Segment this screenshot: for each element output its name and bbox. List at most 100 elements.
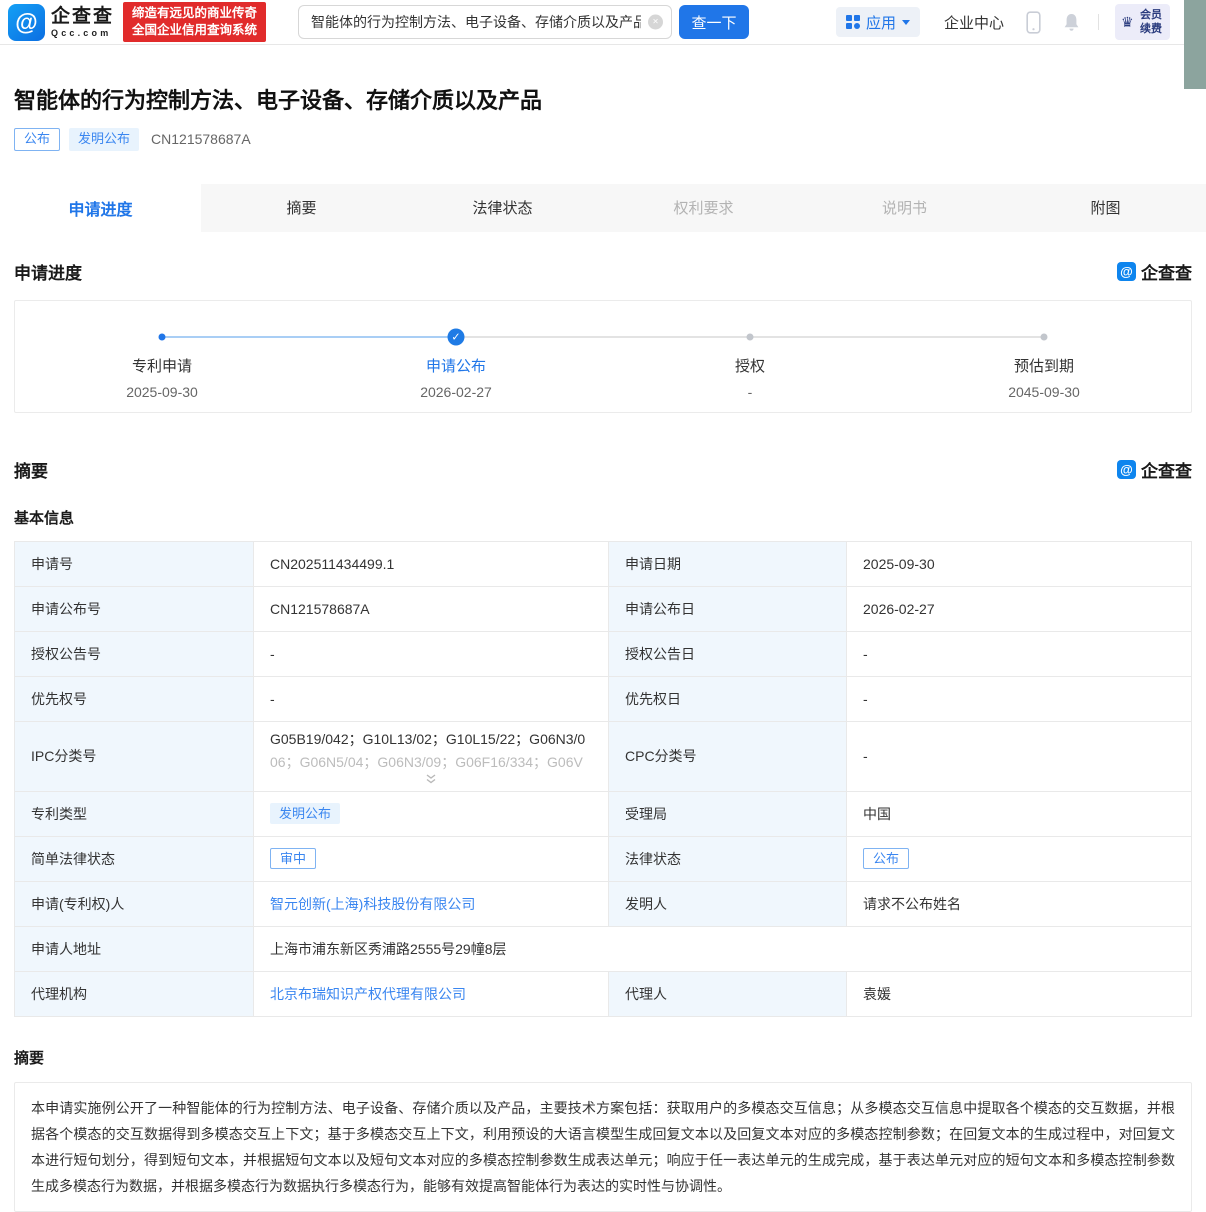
- status-badge: 公布: [14, 128, 60, 151]
- apps-grid-icon: [846, 15, 860, 29]
- ipc-value-cell: G05B19/042；G10L13/02；G10L15/22；G06N3/0 0…: [254, 721, 609, 791]
- row-value: 2026-02-27: [847, 586, 1192, 631]
- row-label: CPC分类号: [609, 721, 847, 791]
- qcc-watermark: @ 企查查: [1117, 259, 1192, 284]
- summary-section-title: 摘要: [14, 457, 48, 482]
- row-value: CN121578687A: [254, 586, 609, 631]
- step-date: -: [748, 384, 753, 400]
- search-button[interactable]: 查一下: [679, 5, 749, 39]
- tab-description: 说明书: [804, 184, 1005, 232]
- table-row: 专利类型 发明公布 受理局 中国: [15, 791, 1192, 836]
- row-label: 申请人地址: [15, 926, 254, 971]
- row-label: 代理机构: [15, 971, 254, 1016]
- basic-info-table: 申请号 CN202511434499.1 申请日期 2025-09-30 申请公…: [14, 541, 1192, 1017]
- row-value: 2025-09-30: [847, 541, 1192, 586]
- row-value: 中国: [847, 791, 1192, 836]
- scrollbar-thumb[interactable]: [1184, 0, 1206, 89]
- row-value: 袁媛: [847, 971, 1192, 1016]
- type-badge: 发明公布: [69, 128, 139, 151]
- top-navbar: @ 企查查 Qcc.com 缔造有远见的商业传奇 全国企业信用查询系统 × 查一…: [0, 0, 1206, 45]
- table-row: 申请公布号 CN121578687A 申请公布日 2026-02-27: [15, 586, 1192, 631]
- applicant-link[interactable]: 智元创新(上海)科技股份有限公司: [270, 896, 475, 912]
- nav-apps[interactable]: 应用: [836, 7, 920, 37]
- row-value: 公布: [847, 836, 1192, 881]
- search-area: × 查一下: [298, 5, 749, 39]
- step-date: 2026-02-27: [420, 384, 492, 400]
- qcc-logo-text: 企查查 Qcc.com: [51, 7, 114, 38]
- member-renew-button[interactable]: ♛ 会员 续费: [1115, 4, 1170, 41]
- abstract-title: 摘要: [14, 1047, 1192, 1068]
- summary-section: 摘要 @ 企查查 基本信息 申请号 CN202511434499.1 申请日期 …: [0, 457, 1206, 1212]
- search-input[interactable]: [298, 5, 672, 39]
- member-label-line2: 续费: [1140, 22, 1162, 36]
- tab-legal-status[interactable]: 法律状态: [402, 184, 603, 232]
- nav-enterprise-center[interactable]: 企业中心: [944, 12, 1004, 33]
- row-label: 代理人: [609, 971, 847, 1016]
- tab-bar: 申请进度 摘要 法律状态 权利要求 说明书 附图: [0, 184, 1206, 232]
- qcc-watermark-text: 企查查: [1141, 259, 1192, 284]
- row-value: 审中: [254, 836, 609, 881]
- page-title: 智能体的行为控制方法、电子设备、存储介质以及产品: [14, 83, 1192, 115]
- timeline-dot-done: [159, 333, 166, 340]
- row-label: IPC分类号: [15, 721, 254, 791]
- table-row: 简单法律状态 审中 法律状态 公布: [15, 836, 1192, 881]
- table-row: 申请(专利权)人 智元创新(上海)科技股份有限公司 发明人 请求不公布姓名: [15, 881, 1192, 926]
- ipc-line2: 06；G06N5/04；G06N3/09；G06F16/334；G06V: [270, 751, 592, 774]
- row-label: 申请(专利权)人: [15, 881, 254, 926]
- nav-divider: [1098, 14, 1099, 30]
- summary-section-head: 摘要 @ 企查查: [14, 457, 1192, 482]
- timeline-step-filing: 专利申请 2025-09-30: [15, 301, 309, 412]
- tab-figures[interactable]: 附图: [1005, 184, 1206, 232]
- ipc-line1: G05B19/042；G10L13/02；G10L15/22；G06N3/0: [270, 728, 592, 751]
- tab-claims: 权利要求: [603, 184, 804, 232]
- patent-type-badge: 发明公布: [270, 803, 340, 824]
- table-row-ipc: IPC分类号 G05B19/042；G10L13/02；G10L15/22；G0…: [15, 721, 1192, 791]
- qcc-watermark-icon: @: [1117, 460, 1136, 479]
- progress-section-title: 申请进度: [14, 259, 82, 284]
- row-value: 发明公布: [254, 791, 609, 836]
- timeline: 专利申请 2025-09-30 ✓ 申请公布 2026-02-27 授权 - 预…: [14, 300, 1192, 413]
- row-label: 简单法律状态: [15, 836, 254, 881]
- row-value: -: [847, 721, 1192, 791]
- member-label-line1: 会员: [1140, 8, 1162, 22]
- nav-apps-label: 应用: [866, 12, 896, 33]
- table-row: 授权公告号 - 授权公告日 -: [15, 631, 1192, 676]
- simple-legal-status-badge: 审中: [270, 848, 316, 869]
- tab-application-progress[interactable]: 申请进度: [0, 184, 201, 232]
- row-label: 受理局: [609, 791, 847, 836]
- brand-name: 企查查: [51, 7, 114, 26]
- row-label: 申请日期: [609, 541, 847, 586]
- table-row: 优先权号 - 优先权日 -: [15, 676, 1192, 721]
- brand-domain: Qcc.com: [51, 29, 114, 38]
- row-label: 授权公告日: [609, 631, 847, 676]
- qcc-watermark-icon: @: [1117, 262, 1136, 281]
- progress-section-head: 申请进度 @ 企查查: [14, 259, 1192, 284]
- qcc-logo[interactable]: @ 企查查 Qcc.com: [8, 4, 114, 41]
- table-row: 申请号 CN202511434499.1 申请日期 2025-09-30: [15, 541, 1192, 586]
- slogan-line1: 缔造有远见的商业传奇: [132, 5, 257, 22]
- chevron-down-icon: [902, 20, 910, 25]
- row-value: -: [847, 631, 1192, 676]
- notifications-bell-icon[interactable]: [1063, 13, 1080, 32]
- row-label: 发明人: [609, 881, 847, 926]
- qcc-logo-icon: @: [8, 4, 45, 41]
- slogan-line2: 全国企业信用查询系统: [132, 22, 257, 39]
- abstract-text: 本申请实施例公开了一种智能体的行为控制方法、电子设备、存储介质以及产品，主要技术…: [14, 1082, 1192, 1212]
- row-value: 智元创新(上海)科技股份有限公司: [254, 881, 609, 926]
- row-label: 优先权号: [15, 676, 254, 721]
- expand-chevron-icon[interactable]: [270, 774, 592, 784]
- search-box: ×: [298, 5, 672, 39]
- row-value: 上海市浦东新区秀浦路2555号29幢8层: [254, 926, 1192, 971]
- crown-icon: ♛: [1121, 13, 1134, 31]
- tab-abstract[interactable]: 摘要: [201, 184, 402, 232]
- qcc-watermark: @ 企查查: [1117, 457, 1192, 482]
- header-nav: 应用 企业中心 ♛ 会员 续费: [836, 4, 1170, 41]
- row-value: 北京布瑞知识产权代理有限公司: [254, 971, 609, 1016]
- mobile-app-icon[interactable]: [1026, 11, 1041, 34]
- row-value: 请求不公布姓名: [847, 881, 1192, 926]
- search-clear-icon[interactable]: ×: [648, 15, 663, 30]
- agency-link[interactable]: 北京布瑞知识产权代理有限公司: [270, 986, 466, 1002]
- timeline-dot-pending: [1041, 333, 1048, 340]
- step-label: 专利申请: [132, 355, 192, 376]
- legal-status-badge: 公布: [863, 848, 909, 869]
